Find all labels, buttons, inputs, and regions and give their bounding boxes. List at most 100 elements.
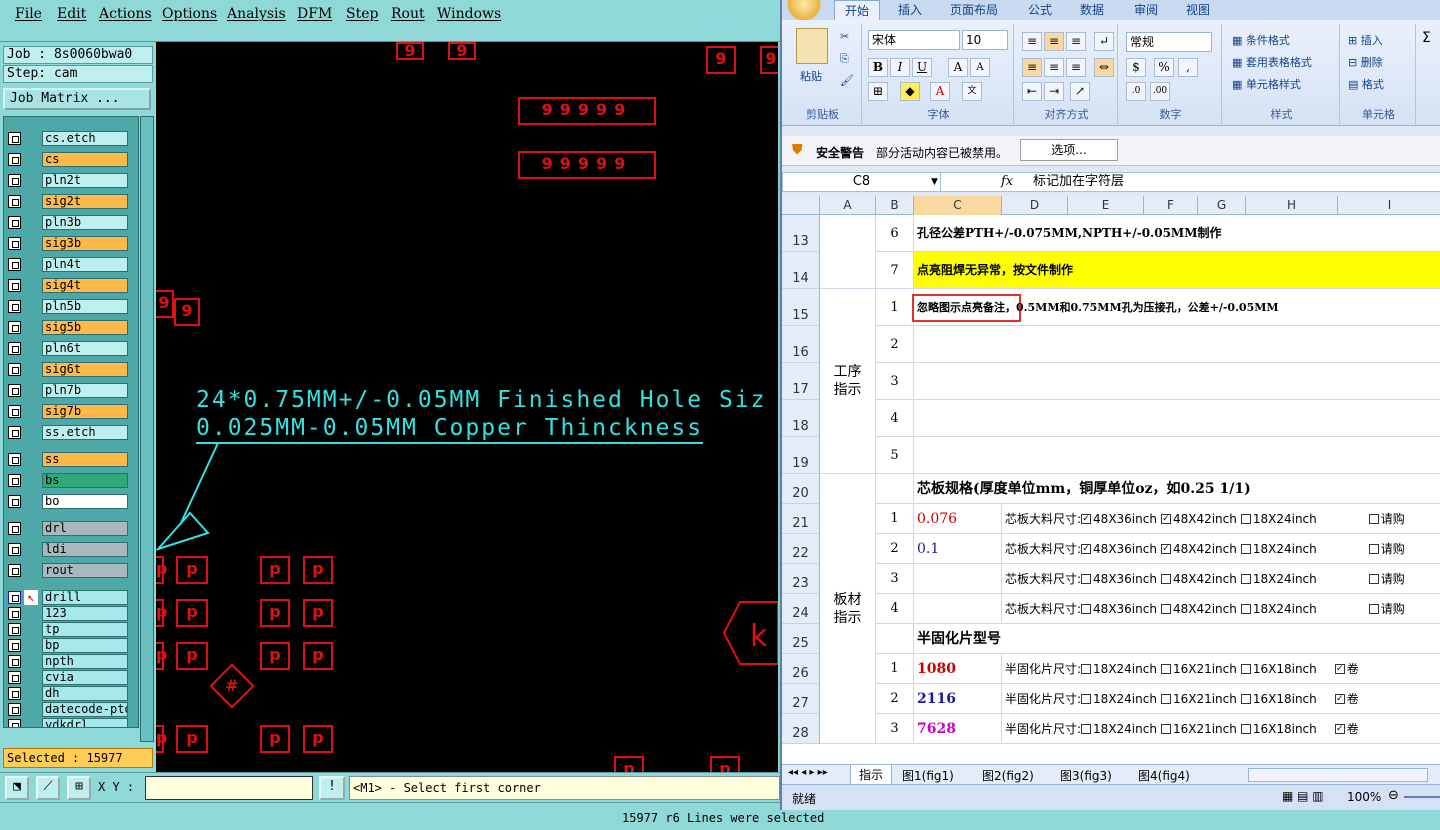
decrease-indent-icon[interactable]: ⇤ [1022,82,1042,101]
layer-row[interactable]: npth [6,654,128,669]
size-checkbox[interactable] [1160,723,1171,734]
size-checkbox[interactable]: ✓ [1160,513,1171,524]
column-header[interactable]: F [1144,196,1198,215]
format-as-table-button[interactable]: ▦ 套用表格格式 [1232,54,1312,70]
format-cells-button[interactable]: ▤ 格式 [1348,76,1384,92]
menu-step[interactable]: Step [346,6,378,22]
insert-cells-button[interactable]: ⊞ 插入 [1348,32,1383,48]
sheet-tab[interactable]: 图1(fig1) [902,767,954,784]
core-thickness-cell[interactable]: 0.1 [914,534,1002,564]
select-all-corner[interactable] [782,196,820,215]
bold-icon[interactable]: B [868,58,888,77]
core-thickness-cell[interactable]: 0.076 [914,504,1002,534]
layer-name[interactable]: dh [42,686,128,701]
layer-name[interactable]: ss [42,452,128,467]
column-header[interactable]: C [914,196,1002,215]
layer-row[interactable]: dh [6,686,128,701]
layer-row[interactable]: bo [6,494,128,509]
layer-name[interactable]: drl [42,521,128,536]
layer-row[interactable]: pln2t [6,173,128,188]
xy-input[interactable] [145,776,313,800]
layer-row[interactable]: cs [6,152,128,167]
layer-checkbox[interactable] [8,132,21,145]
layer-checkbox[interactable] [8,655,21,668]
size-checkbox[interactable] [1240,663,1251,674]
tab-review[interactable]: 审阅 [1134,1,1158,18]
job-matrix-button[interactable]: Job Matrix ... [3,88,151,110]
core-thickness-cell[interactable] [914,594,1002,624]
row-header[interactable]: 22 [782,534,820,564]
tab-page-layout[interactable]: 页面布局 [950,1,998,18]
request-checkbox[interactable] [1368,603,1379,614]
copy-icon[interactable]: ⎘ [840,52,849,66]
menu-windows[interactable]: Windows [437,6,501,22]
grow-font-icon[interactable]: A [948,58,968,77]
core-size-cell[interactable]: 芯板大料尺寸:✓ 48X36inch ✓ 48X42inch 18X24inch 请购 [1002,534,1440,564]
layer-name[interactable]: pln7b [42,383,128,398]
layer-row[interactable]: pln5b [6,299,128,314]
layer-name[interactable]: sig6t [42,362,128,377]
size-checkbox[interactable] [1081,663,1092,674]
size-checkbox[interactable] [1240,513,1251,524]
phonetic-icon[interactable]: 文 [962,82,982,101]
orientation-icon[interactable]: ↗ [1070,82,1090,101]
instruction-cell[interactable] [914,400,1440,437]
align-center-icon[interactable]: ≡ [1044,58,1064,77]
row-header[interactable]: 24 [782,594,820,624]
wrap-text-icon[interactable]: ↵ [1094,32,1114,51]
sheet-tab[interactable]: 图3(fig3) [1060,767,1112,784]
row-header[interactable]: 19 [782,437,820,474]
menu-file[interactable]: File [15,6,42,22]
format-painter-icon[interactable]: 🖌 [840,74,854,87]
layer-checkbox[interactable] [8,564,21,577]
layer-checkbox[interactable] [8,195,21,208]
fill-color-icon[interactable]: ◆ [900,82,920,101]
prepreg-type-cell[interactable]: 2116 [914,684,1002,714]
core-size-cell[interactable]: 芯板大料尺寸: 48X36inch 48X42inch 18X24inch 请购 [1002,594,1440,624]
layer-checkbox[interactable] [8,384,21,397]
menu-actions[interactable]: Actions [99,6,152,22]
view-buttons-icon[interactable]: ▦ ▤ ▥ [1282,789,1324,803]
office-button[interactable] [782,0,826,20]
instruction-cell[interactable]: 孔径公差PTH+/-0.075MM,NPTH+/-0.05MM制作 [914,215,1440,252]
menu-rout[interactable]: Rout [391,6,425,22]
measure-icon[interactable]: ⟋ [36,776,60,800]
layer-row[interactable]: pln6t [6,341,128,356]
layer-row[interactable]: cs.etch [6,131,128,146]
layer-row[interactable]: cvia [6,670,128,685]
layer-row[interactable]: sig3b [6,236,128,251]
decrease-decimal-icon[interactable]: .00 [1150,82,1170,101]
row-header[interactable]: 14 [782,252,820,289]
layer-row[interactable]: sig7b [6,404,128,419]
currency-icon[interactable]: $ [1126,58,1146,77]
layer-row[interactable]: rout [6,563,128,578]
row-header[interactable]: 13 [782,215,820,252]
layer-scrollbar[interactable] [140,116,154,742]
horizontal-scrollbar[interactable] [1248,768,1428,782]
layer-name[interactable]: ss.etch [42,425,128,440]
column-header[interactable]: G [1198,196,1246,215]
layer-name[interactable]: sig5b [42,320,128,335]
roll-checkbox[interactable]: ✓ [1334,663,1345,674]
layer-row[interactable]: pln4t [6,257,128,272]
row-header[interactable]: 16 [782,326,820,363]
layer-name[interactable]: rout [42,563,128,578]
sheet-tab[interactable]: 图4(fig4) [1138,767,1190,784]
delete-cells-button[interactable]: ⊟ 删除 [1348,54,1383,70]
empty-cell[interactable] [876,474,914,504]
row-header[interactable]: 23 [782,564,820,594]
layer-checkbox[interactable] [8,321,21,334]
size-checkbox[interactable] [1081,573,1092,584]
column-header[interactable]: D [1002,196,1068,215]
row-header[interactable]: 26 [782,654,820,684]
merge-center-icon[interactable]: ⇔ [1094,58,1114,77]
menu-analysis[interactable]: Analysis [227,6,286,22]
sheet-nav-icon[interactable]: ◂◂ ◂ ▸ ▸▸ [788,767,828,778]
layer-row[interactable]: pln3b [6,215,128,230]
column-header[interactable]: B [876,196,914,215]
layer-name[interactable]: sig3b [42,236,128,251]
layer-row[interactable]: ss.etch [6,425,128,440]
layer-checkbox[interactable] [8,426,21,439]
layer-row[interactable]: pln7b [6,383,128,398]
size-checkbox[interactable] [1081,603,1092,614]
